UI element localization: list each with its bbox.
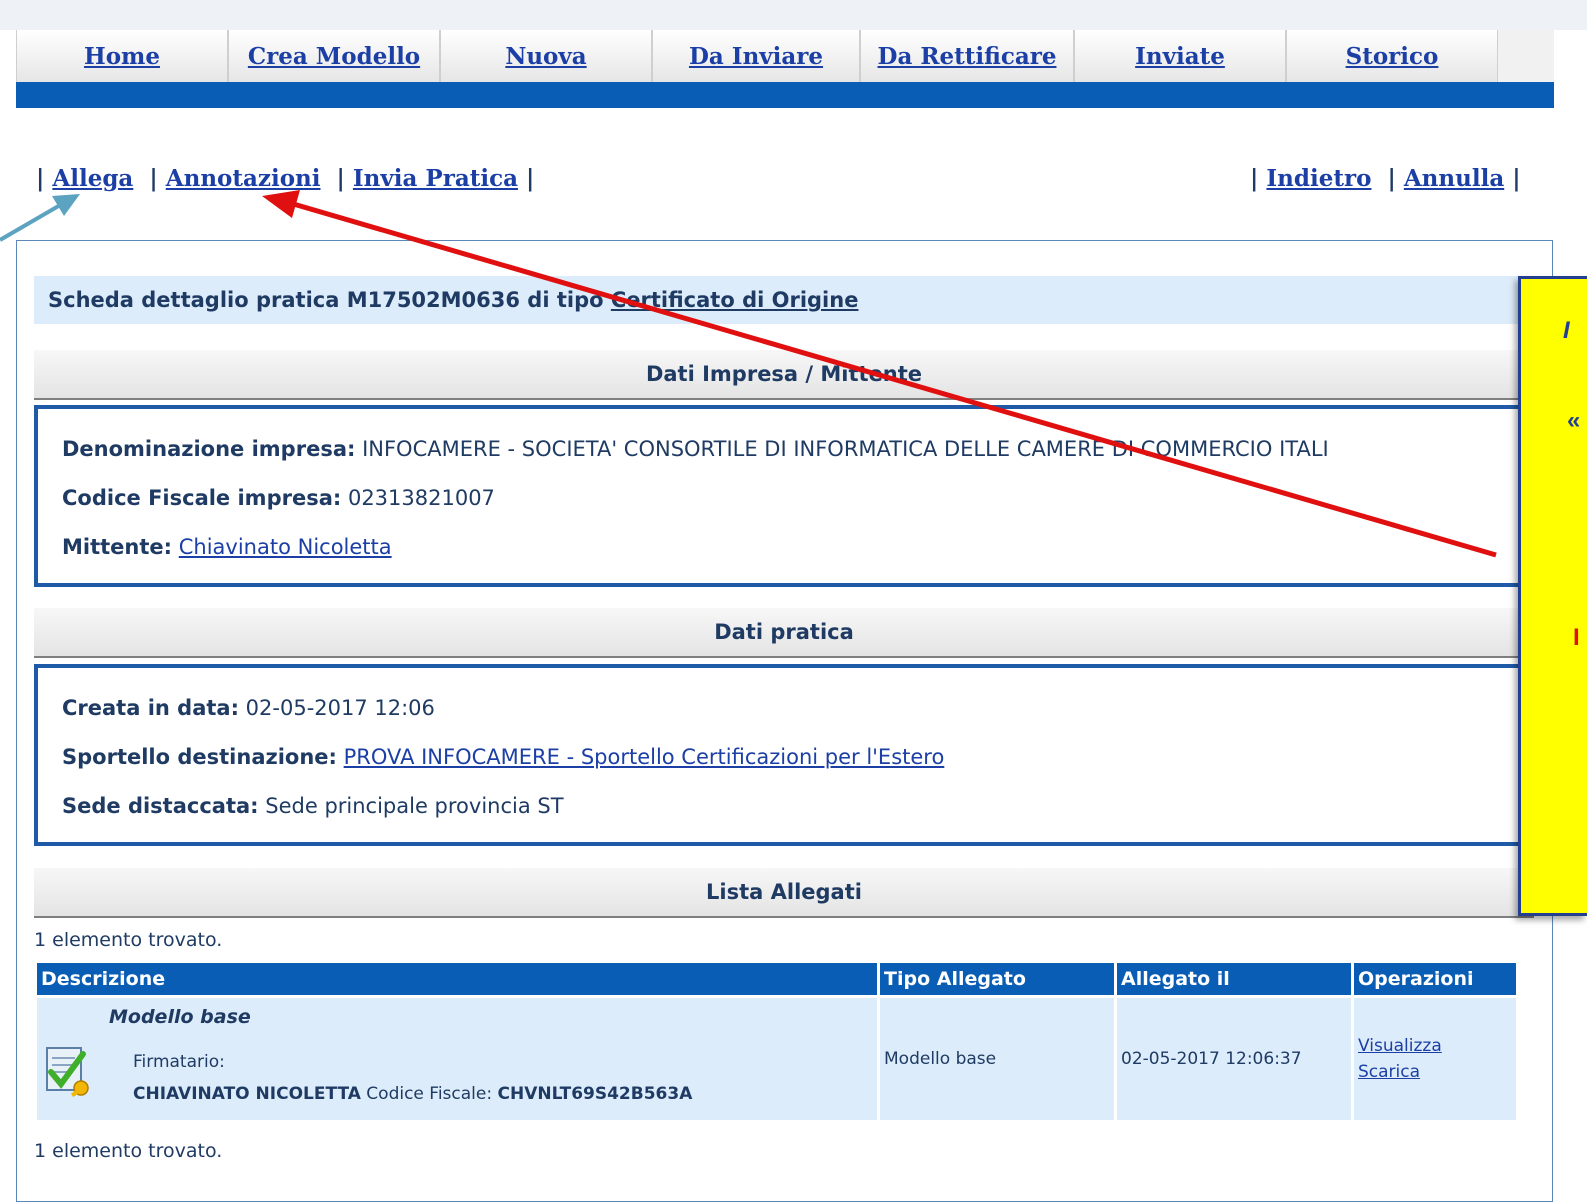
- title-type-link[interactable]: Certificato di Origine: [611, 288, 859, 312]
- field-value: INFOCAMERE - SOCIETA' CONSORTILE DI INFO…: [362, 437, 1329, 461]
- field-value: 02313821007: [347, 486, 495, 510]
- mittente-link[interactable]: Chiavinato Nicoletta: [179, 535, 392, 559]
- field-label: Sportello destinazione:: [62, 745, 337, 769]
- table-header-row: Descrizione Tipo Allegato Allegato il Op…: [37, 963, 1516, 995]
- sportello-row: Sportello destinazione: PROVA INFOCAMERE…: [62, 745, 944, 769]
- callout-text-3: I: [1573, 624, 1580, 651]
- field-label: Sede distaccata:: [62, 794, 259, 818]
- top-strip: [0, 0, 1587, 30]
- callout-text-1: I: [1563, 317, 1570, 344]
- tab-nuova[interactable]: Nuova: [440, 30, 652, 82]
- nav-blue-bar: [16, 82, 1554, 108]
- separator: |: [1250, 165, 1259, 192]
- field-value: 02-05-2017 12:06: [245, 696, 435, 720]
- tab-da-rettificare[interactable]: Da Rettificare: [860, 30, 1074, 82]
- separator: |: [36, 165, 45, 192]
- signed-document-icon: [46, 1047, 89, 1098]
- field-label: Creata in data:: [62, 696, 239, 720]
- separator: |: [1387, 165, 1396, 192]
- field-label: Denominazione impresa:: [62, 437, 356, 461]
- signer-info: CHIAVINATO NICOLETTA Codice Fiscale: CHV…: [133, 1084, 692, 1104]
- teal-arrow: [0, 202, 64, 242]
- col-descrizione[interactable]: Descrizione: [37, 963, 877, 995]
- page-title: Scheda dettaglio pratica M17502M0636 di …: [34, 276, 1534, 324]
- cell-tipo-allegato: Modello base: [880, 998, 1114, 1120]
- cell-descrizione: Modello base Firmatario: CHIAVINATO NICO…: [37, 998, 877, 1120]
- indietro-link[interactable]: Indietro: [1266, 165, 1371, 192]
- cell-allegato-il: 02-05-2017 12:06:37: [1117, 998, 1351, 1120]
- tab-crea-modello[interactable]: Crea Modello: [228, 30, 440, 82]
- signer-cf-label: Codice Fiscale:: [366, 1084, 493, 1104]
- tab-home[interactable]: Home: [16, 30, 228, 82]
- signer-cf-value: CHVNLT69S42B563A: [497, 1084, 693, 1104]
- annulla-link[interactable]: Annulla: [1404, 165, 1504, 192]
- mittente-row: Mittente: Chiavinato Nicoletta: [62, 535, 392, 559]
- separator: |: [526, 165, 535, 192]
- action-links-right: | Indietro | Annulla |: [1250, 165, 1521, 192]
- invia-pratica-link[interactable]: Invia Pratica: [353, 165, 518, 192]
- creata-row: Creata in data: 02-05-2017 12:06: [62, 696, 435, 720]
- callout-box: I « I: [1518, 276, 1587, 916]
- teal-arrowhead: [52, 194, 80, 216]
- separator: |: [336, 165, 345, 192]
- allega-link[interactable]: Allega: [52, 165, 133, 192]
- cf-impresa-row: Codice Fiscale impresa: 02313821007: [62, 486, 495, 510]
- tab-storico[interactable]: Storico: [1286, 30, 1498, 82]
- table-row: Modello base Firmatario: CHIAVINATO NICO…: [37, 998, 1516, 1120]
- cell-operazioni: Visualizza Scarica: [1354, 998, 1516, 1120]
- denominazione-row: Denominazione impresa: INFOCAMERE - SOCI…: [62, 437, 1329, 461]
- red-arrowhead: [262, 190, 300, 218]
- field-label: Mittente:: [62, 535, 173, 559]
- section-allegati-header: Lista Allegati: [34, 868, 1534, 918]
- visualizza-link[interactable]: Visualizza: [1358, 1033, 1512, 1059]
- results-count-top: 1 elemento trovato.: [34, 929, 223, 951]
- results-count-bottom: 1 elemento trovato.: [34, 1140, 223, 1162]
- title-prefix: Scheda dettaglio pratica M17502M0636 di …: [48, 288, 604, 312]
- section-title: Lista Allegati: [706, 880, 862, 904]
- col-allegato-il[interactable]: Allegato il: [1117, 963, 1351, 995]
- attachments-table: Descrizione Tipo Allegato Allegato il Op…: [34, 960, 1519, 1123]
- col-tipo-allegato[interactable]: Tipo Allegato: [880, 963, 1114, 995]
- callout-text-2: «: [1567, 407, 1581, 434]
- section-impresa-header: Dati Impresa / Mittente: [34, 350, 1534, 400]
- impresa-box: Denominazione impresa: INFOCAMERE - SOCI…: [34, 405, 1534, 587]
- col-operazioni: Operazioni: [1354, 963, 1516, 995]
- sportello-link[interactable]: PROVA INFOCAMERE - Sportello Certificazi…: [344, 745, 945, 769]
- section-title: Dati Impresa / Mittente: [645, 362, 923, 386]
- section-pratica-header: Dati pratica: [34, 608, 1534, 658]
- sede-row: Sede distaccata: Sede principale provinc…: [62, 794, 564, 818]
- annotazioni-link[interactable]: Annotazioni: [166, 165, 321, 192]
- scarica-link[interactable]: Scarica: [1358, 1059, 1512, 1085]
- section-title: Dati pratica: [714, 620, 854, 644]
- action-links-left: | Allega | Annotazioni | Invia Pratica |: [36, 165, 534, 192]
- field-label: Codice Fiscale impresa:: [62, 486, 342, 510]
- tab-inviate[interactable]: Inviate: [1074, 30, 1286, 82]
- field-value: Sede principale provincia ST: [265, 794, 564, 818]
- separator: |: [1512, 165, 1521, 192]
- tab-da-inviare[interactable]: Da Inviare: [652, 30, 860, 82]
- pratica-box: Creata in data: 02-05-2017 12:06 Sportel…: [34, 664, 1534, 846]
- separator: |: [149, 165, 158, 192]
- attachment-title: Modello base: [109, 1006, 251, 1028]
- signer-name: CHIAVINATO NICOLETTA: [133, 1084, 361, 1104]
- firmatario-label: Firmatario:: [133, 1052, 225, 1072]
